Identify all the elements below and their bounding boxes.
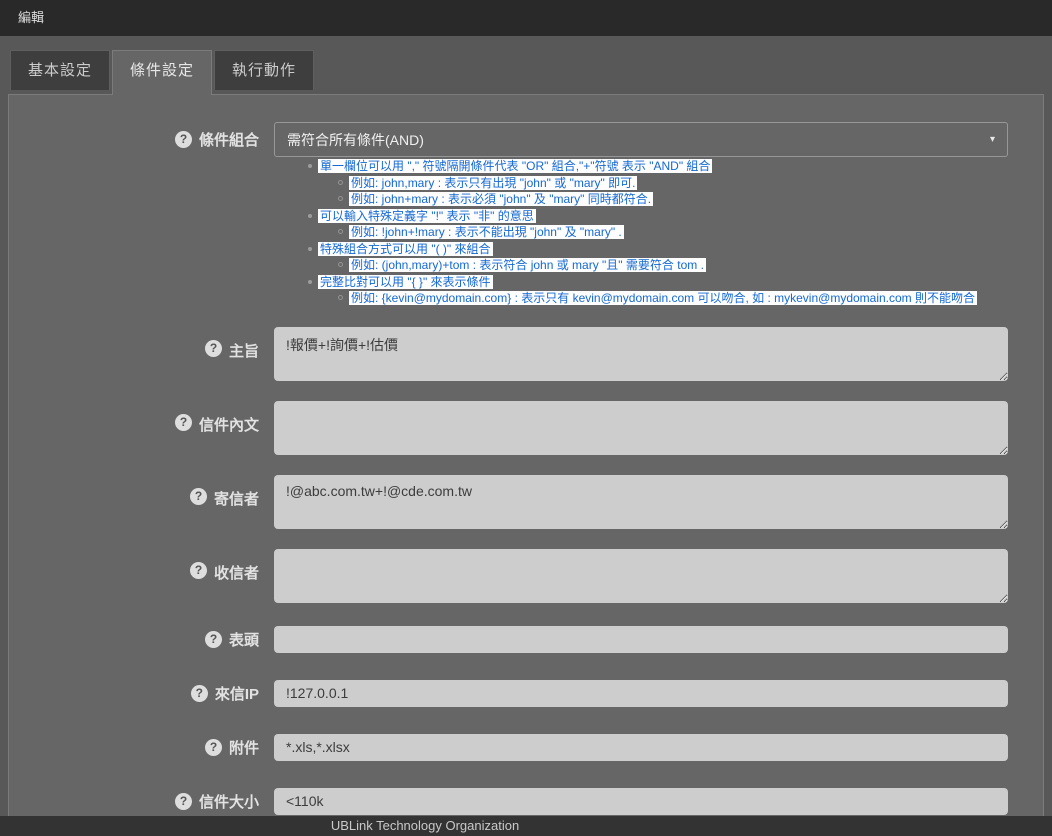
mail-body-textarea[interactable] [274, 401, 1008, 455]
help-line: 例如: john,mary : 表示只有出現 "john" 或 "mary" 即… [338, 175, 1043, 192]
subject-textarea[interactable]: !報價+!詢價+!估價 [274, 327, 1008, 381]
mail-size-row: ? 信件大小 [9, 788, 1043, 815]
sender-row: ? 寄信者 !@abc.com.tw+!@cde.com.tw [9, 475, 1043, 529]
help-line: 例如: {kevin@mydomain.com} : 表示只有 kevin@my… [338, 290, 1043, 307]
help-icon[interactable]: ? [205, 739, 222, 756]
source-ip-row: ? 來信IP [9, 680, 1043, 707]
recipient-label: 收信者 [214, 562, 259, 583]
recipient-textarea[interactable] [274, 549, 1008, 603]
sender-label: 寄信者 [214, 488, 259, 509]
condition-settings-panel: ? 條件組合 需符合所有條件(AND) ▾ 單一欄位可以用 "," 符號隔開條件… [8, 94, 1044, 816]
condition-combo-row: ? 條件組合 需符合所有條件(AND) ▾ [9, 122, 1043, 157]
mail-header-label: 表頭 [229, 629, 259, 650]
help-icon[interactable]: ? [175, 414, 192, 431]
condition-combo-select[interactable]: 需符合所有條件(AND) ▾ [274, 122, 1008, 157]
subject-row: ? 主旨 !報價+!詢價+!估價 [9, 327, 1043, 381]
mail-size-label: 信件大小 [199, 791, 259, 812]
page-title: 編輯 [18, 10, 44, 25]
sender-textarea[interactable]: !@abc.com.tw+!@cde.com.tw [274, 475, 1008, 529]
help-line: 特殊組合方式可以用 "( )" 來組合 [308, 241, 1043, 258]
help-line: 例如: !john+!mary : 表示不能出現 "john" 及 "mary"… [338, 224, 1043, 241]
help-line: 完整比對可以用 "{ }" 來表示條件 [308, 274, 1043, 291]
help-line: 例如: john+mary : 表示必須 "john" 及 "mary" 同時都… [338, 191, 1043, 208]
help-icon[interactable]: ? [175, 793, 192, 810]
footer-bar: UBLink Technology Organization [0, 816, 1052, 836]
help-icon[interactable]: ? [175, 131, 192, 148]
recipient-row: ? 收信者 [9, 549, 1043, 603]
mail-size-input[interactable] [274, 788, 1008, 815]
help-line: 單一欄位可以用 "," 符號隔開條件代表 "OR" 組合,"+"符號 表示 "A… [308, 158, 1043, 175]
source-ip-input[interactable] [274, 680, 1008, 707]
mail-header-input[interactable] [274, 626, 1008, 653]
chevron-down-icon: ▾ [990, 134, 995, 145]
mail-body-row: ? 信件內文 [9, 401, 1043, 455]
attachment-input[interactable] [274, 734, 1008, 761]
help-icon[interactable]: ? [190, 562, 207, 579]
condition-combo-value: 需符合所有條件(AND) [287, 130, 424, 150]
tab-execute-actions[interactable]: 執行動作 [214, 50, 314, 90]
help-icon[interactable]: ? [205, 631, 222, 648]
tab-condition-settings[interactable]: 條件設定 [112, 50, 212, 95]
condition-combo-label: 條件組合 [199, 129, 259, 150]
attachment-label: 附件 [229, 737, 259, 758]
mail-body-label: 信件內文 [199, 414, 259, 435]
help-line: 例如: (john,mary)+tom : 表示符合 john 或 mary "… [338, 257, 1043, 274]
help-line: 可以輸入特殊定義字 "!" 表示 "非" 的意思 [308, 208, 1043, 225]
help-block: 單一欄位可以用 "," 符號隔開條件代表 "OR" 組合,"+"符號 表示 "A… [308, 158, 1043, 307]
mail-header-row: ? 表頭 [9, 626, 1043, 653]
tab-basic-settings[interactable]: 基本設定 [10, 50, 110, 90]
window-titlebar: 編輯 [0, 0, 1052, 36]
help-icon[interactable]: ? [191, 685, 208, 702]
subject-label: 主旨 [229, 340, 259, 361]
attachment-row: ? 附件 [9, 734, 1043, 761]
footer-text: UBLink Technology Organization [0, 816, 850, 836]
source-ip-label: 來信IP [215, 683, 259, 704]
help-icon[interactable]: ? [190, 488, 207, 505]
help-icon[interactable]: ? [205, 340, 222, 357]
tab-bar: 基本設定 條件設定 執行動作 [10, 50, 1052, 94]
